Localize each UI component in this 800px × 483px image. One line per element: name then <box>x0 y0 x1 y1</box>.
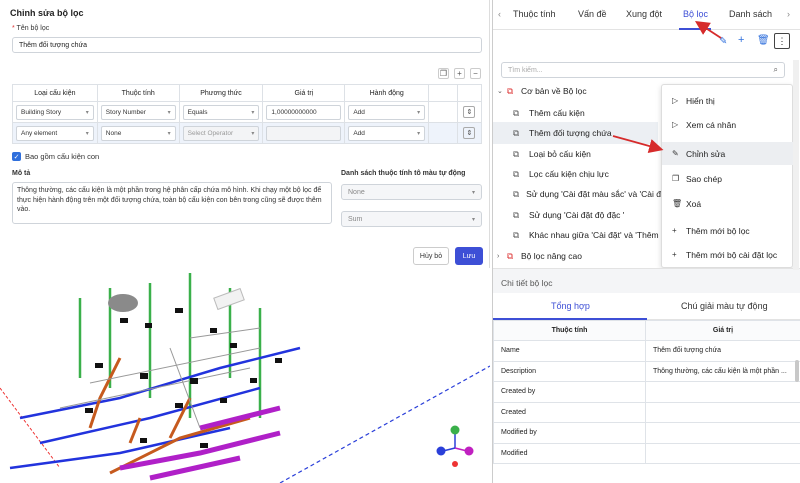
annotation-arrows <box>612 21 722 154</box>
